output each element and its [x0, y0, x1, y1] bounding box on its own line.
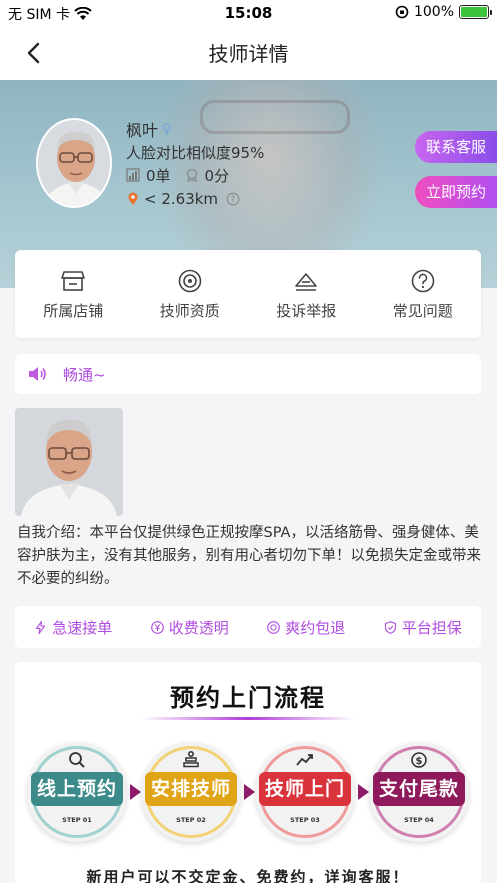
distance-row: < 2.63km ? — [126, 188, 264, 210]
menu-item-qualification[interactable]: 技师资质 — [140, 268, 240, 321]
menu-label: 所属店铺 — [43, 301, 104, 320]
step-arrow — [358, 784, 369, 800]
step-pay-balance: $ 支付尾款 STEP 04 — [369, 742, 469, 842]
svg-text:?: ? — [231, 195, 236, 205]
notice-bar[interactable]: 畅通~ — [15, 354, 481, 394]
menu-item-complaint[interactable]: 投诉举报 — [256, 268, 356, 321]
step-number: STEP 01 — [62, 816, 92, 824]
speaker-icon — [29, 367, 46, 381]
process-title: 预约上门流程 — [170, 684, 326, 712]
step-label: 安排技师 — [145, 772, 237, 806]
refund-icon — [267, 620, 281, 634]
contact-service-button[interactable]: 联系客服 — [415, 131, 497, 163]
menu-label: 常见问题 — [392, 301, 453, 320]
avatar[interactable] — [36, 118, 112, 208]
lightning-icon — [36, 620, 46, 634]
step-arrow — [244, 784, 255, 800]
step-assign-technician: 安排技师 STEP 02 — [141, 742, 241, 842]
gallery-photo[interactable] — [15, 408, 123, 516]
booking-process-card: 预约上门流程 线上预约 STEP 01 安排技师 STEP 02 技师上门 ST… — [15, 662, 481, 883]
profile-info: 枫叶 ♀ 人脸对比相似度95% 0单 0分 < 2.63km ? — [126, 118, 264, 210]
distance: < 2.63km — [144, 190, 219, 208]
stats-row: 0单 0分 — [126, 164, 264, 186]
shield-icon — [384, 620, 396, 634]
book-now-button[interactable]: 立即预约 — [415, 176, 497, 208]
question-circle-icon — [411, 269, 435, 292]
step-number: STEP 04 — [404, 816, 434, 824]
search-icon — [69, 752, 85, 768]
step-label: 支付尾款 — [373, 772, 465, 806]
bar-chart-icon — [126, 168, 140, 182]
step-technician-arrives: 技师上门 STEP 03 — [255, 742, 355, 842]
page-title: 技师详情 — [208, 42, 289, 66]
process-footer: 新用户可以不交定金、免费约，详询客服！ — [86, 868, 410, 883]
trend-icon — [296, 754, 313, 766]
title-underline — [141, 717, 355, 720]
battery-icon — [459, 5, 492, 19]
battery-percent: 100% — [413, 4, 454, 20]
store-icon — [61, 270, 86, 291]
menu-item-faq[interactable]: 常见问题 — [373, 268, 473, 321]
order-count: 0单 — [146, 166, 171, 185]
step-number: STEP 03 — [290, 816, 320, 824]
yen-icon — [150, 620, 164, 634]
complaint-icon — [295, 272, 318, 291]
face-similarity: 人脸对比相似度95% — [126, 144, 265, 162]
step-online-booking: 线上预约 STEP 01 — [27, 742, 127, 842]
svg-text:$: $ — [416, 756, 423, 767]
menu-card: 所属店铺 技师资质 投诉举报 常见问题 — [15, 250, 481, 338]
step-arrow — [130, 784, 141, 800]
stack-icon — [183, 750, 199, 768]
notice-text: 畅通~ — [63, 365, 106, 384]
rating-score: 0分 — [204, 166, 230, 185]
feature-refund: 爽约包退 — [267, 617, 345, 638]
status-right: 100% — [395, 4, 492, 20]
female-icon: ♀ — [162, 121, 172, 137]
menu-label: 投诉举报 — [276, 301, 337, 320]
rotation-lock-icon — [395, 5, 409, 19]
battery-fill — [461, 7, 487, 17]
feature-label: 平台担保 — [401, 618, 462, 637]
feature-label: 收费透明 — [168, 618, 229, 637]
menu-item-store[interactable]: 所属店铺 — [23, 268, 123, 321]
feature-transparent-fees: 收费透明 — [150, 617, 229, 638]
step-label: 线上预约 — [31, 772, 123, 806]
status-bar: 无 SIM 卡 15:08 100% — [0, 0, 497, 26]
step-number: STEP 02 — [176, 816, 206, 824]
feature-bar: 急速接单 收费透明 爽约包退 平台担保 — [15, 606, 481, 648]
technician-name: 枫叶 — [126, 121, 159, 140]
payment-icon: $ — [411, 752, 427, 768]
feature-label: 爽约包退 — [285, 618, 346, 637]
nav-bar: 技师详情 — [0, 26, 497, 80]
question-icon[interactable]: ? — [226, 192, 240, 206]
name-row: 枫叶 ♀ — [126, 118, 264, 140]
portrait-image — [15, 408, 123, 516]
location-pin-icon — [128, 192, 138, 205]
badge-icon — [186, 168, 197, 182]
menu-label: 技师资质 — [159, 301, 220, 320]
feature-guarantee: 平台担保 — [384, 617, 462, 638]
step-label: 技师上门 — [259, 772, 351, 806]
self-introduction: 自我介绍：本平台仅提供绿色正规按摩SPA，以活络筋骨、强身健体、美容护肤为主，没… — [17, 525, 481, 587]
certificate-icon — [178, 269, 202, 292]
feature-fast-accept: 急速接单 — [34, 617, 112, 638]
feature-label: 急速接单 — [52, 618, 113, 637]
